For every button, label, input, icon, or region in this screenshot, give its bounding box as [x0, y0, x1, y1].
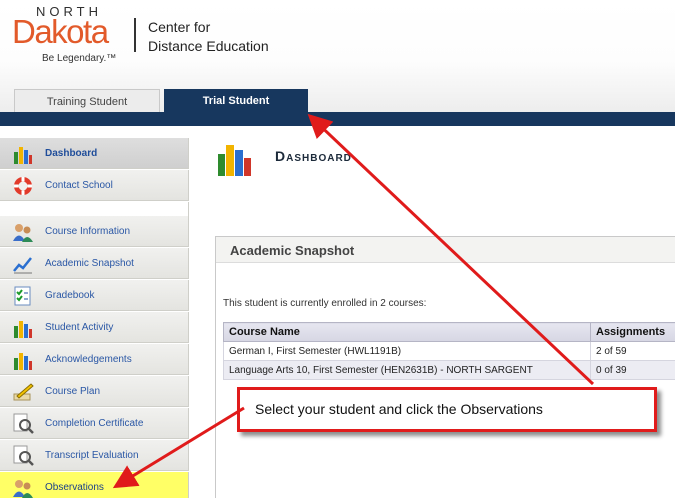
panel-title: Academic Snapshot [230, 243, 355, 258]
assignments-cell: 2 of 59 [590, 341, 675, 361]
sidebar-item-observations[interactable]: Observations [0, 472, 189, 498]
people-icon [13, 480, 33, 498]
lifebuoy-icon [14, 177, 32, 195]
sidebar-item-dashboard[interactable]: Dashboard [0, 138, 189, 169]
tab-trial-student[interactable]: Trial Student [164, 89, 308, 113]
logo-dakota-text: Dakota [12, 13, 109, 50]
line-chart-icon [13, 257, 32, 274]
sidebar-item-label: Gradebook [45, 290, 95, 301]
logo-center-line2: Distance Education [148, 38, 269, 54]
sidebar-item-label: Acknowledgements [45, 354, 132, 365]
enrollment-summary: This student is currently enrolled in 2 … [223, 298, 427, 309]
course-name-cell: Language Arts 10, First Semester (HEN263… [223, 360, 591, 380]
pencil-icon [13, 383, 34, 401]
sidebar-item-label: Course Plan [45, 386, 101, 397]
sidebar-item-label: Completion Certificate [45, 418, 144, 429]
sidebar-item-gradebook[interactable]: Gradebook [0, 280, 189, 311]
sidebar-item-label: Dashboard [45, 148, 98, 159]
bar-chart-icon [14, 321, 32, 338]
logo-center-line1: Center for [148, 19, 211, 35]
sidebar-item-contact-school[interactable]: Contact School [0, 170, 189, 201]
panel-header: Academic Snapshot [216, 237, 675, 263]
table-row[interactable]: German I, First Semester (HWL1191B) 2 of… [223, 341, 675, 361]
sidebar-item-transcript-evaluation[interactable]: Transcript Evaluation [0, 440, 189, 471]
sidebar-item-label: Contact School [45, 180, 113, 191]
page-title: Dashboard [275, 148, 352, 164]
assignments-cell: 0 of 39 [590, 360, 675, 380]
sidebar-item-label: Student Activity [45, 322, 114, 333]
top-nav-bar [0, 112, 675, 126]
sidebar-spacer [0, 202, 189, 216]
column-header-assignments: Assignments [590, 322, 675, 342]
magnifier-icon [13, 413, 34, 434]
table-row[interactable]: Language Arts 10, First Semester (HEN263… [223, 360, 675, 380]
checklist-icon [14, 286, 31, 306]
tab-training-student[interactable]: Training Student [14, 89, 160, 113]
dashboard-bar-chart-icon [218, 145, 251, 176]
callout-text: Select your student and click the Observ… [255, 401, 543, 417]
course-name-cell: German I, First Semester (HWL1191B) [223, 341, 591, 361]
sidebar: Dashboard Contact School Course Informat… [0, 138, 190, 498]
sidebar-item-academic-snapshot[interactable]: Academic Snapshot [0, 248, 189, 279]
bar-chart-icon [14, 353, 32, 370]
sidebar-item-label: Observations [45, 482, 104, 493]
logo-center-text: Center for Distance Education [148, 18, 269, 56]
table-header-row: Course Name Assignments [223, 322, 675, 342]
academic-snapshot-panel: Academic Snapshot This student is curren… [215, 236, 675, 498]
sidebar-item-completion-certificate[interactable]: Completion Certificate [0, 408, 189, 439]
sidebar-item-student-activity[interactable]: Student Activity [0, 312, 189, 343]
magnifier-icon [13, 445, 34, 466]
column-header-course-name: Course Name [223, 322, 591, 342]
instruction-callout: Select your student and click the Observ… [237, 387, 657, 432]
sidebar-item-course-plan[interactable]: Course Plan [0, 376, 189, 407]
bar-chart-icon [14, 147, 32, 164]
people-icon [13, 224, 33, 242]
sidebar-item-label: Academic Snapshot [45, 258, 134, 269]
logo-tagline: Be Legendary.™ [42, 53, 117, 64]
sidebar-item-label: Course Information [45, 226, 131, 237]
courses-table: Course Name Assignments German I, First … [223, 322, 675, 380]
sidebar-item-acknowledgements[interactable]: Acknowledgements [0, 344, 189, 375]
sidebar-item-label: Transcript Evaluation [45, 450, 139, 461]
logo-divider [134, 18, 136, 52]
sidebar-item-course-information[interactable]: Course Information [0, 216, 189, 247]
